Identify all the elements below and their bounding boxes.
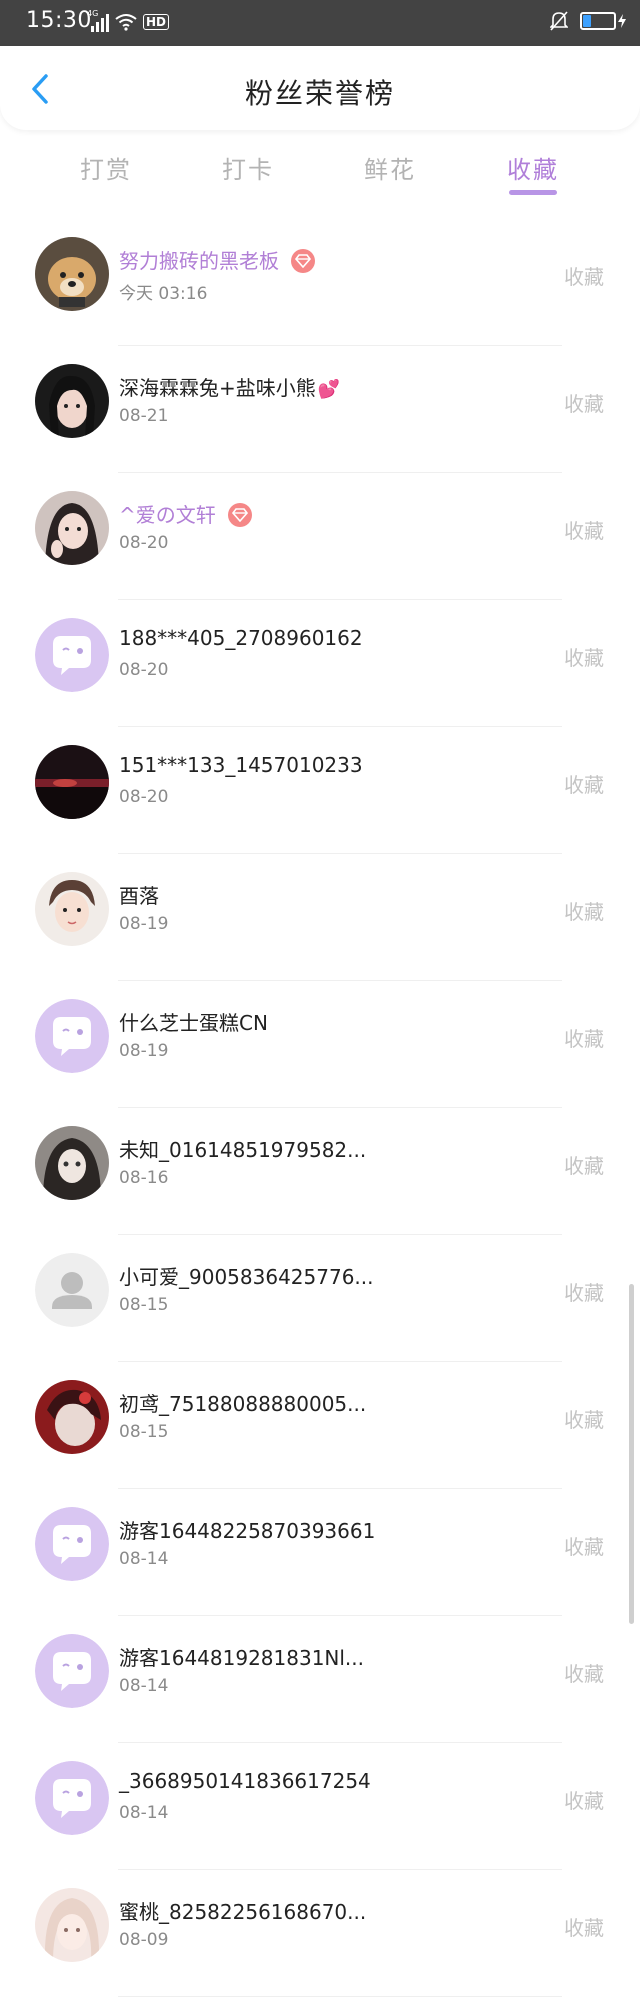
- fan-name: 什么芝士蛋糕CN: [119, 1011, 268, 1035]
- favorite-label: 收藏: [564, 1789, 604, 1813]
- fan-date: 08-20: [119, 660, 169, 680]
- list-item[interactable]: 小可爱_9005836425776... 08-15 收藏: [0, 1235, 640, 1362]
- tab-active-indicator: [509, 190, 557, 195]
- fan-name: 深海霖霖兔+盐味小熊 💕: [119, 376, 341, 400]
- favorite-label: 收藏: [564, 1916, 604, 1940]
- fan-date: 今天 03:16: [119, 284, 208, 304]
- avatar[interactable]: [35, 491, 109, 565]
- fan-name: ^爱の文轩: [119, 499, 253, 529]
- list-item[interactable]: 游客16448225870393661 08-14 收藏: [0, 1489, 640, 1616]
- list-item[interactable]: 什么芝士蛋糕CN 08-19 收藏: [0, 981, 640, 1108]
- fan-date: 08-20: [119, 787, 169, 807]
- favorite-label: 收藏: [564, 1662, 604, 1686]
- fan-name: 努力搬砖的黑老板: [119, 245, 316, 275]
- fan-date: 08-19: [119, 914, 169, 934]
- fan-date: 08-15: [119, 1422, 169, 1442]
- bell-muted-icon: [550, 11, 568, 31]
- favorite-label: 收藏: [564, 646, 604, 670]
- default-chat-avatar-icon[interactable]: [35, 618, 109, 692]
- fan-date: 08-09: [119, 1930, 169, 1950]
- fan-name: 151***133_1457010233: [119, 753, 363, 777]
- fan-date: 08-19: [119, 1041, 169, 1061]
- vip-diamond-icon: [291, 248, 316, 273]
- signal-icon: 4G: [87, 9, 109, 32]
- list-item[interactable]: 未知_01614851979582... 08-16 收藏: [0, 1108, 640, 1235]
- favorite-label: 收藏: [564, 265, 604, 289]
- favorite-label: 收藏: [564, 392, 604, 416]
- fan-name: 188***405_2708960162: [119, 626, 363, 650]
- list-item[interactable]: _3668950141836617254 08-14 收藏: [0, 1743, 640, 1870]
- wifi-icon: [115, 14, 137, 31]
- fan-name: 游客16448225870393661: [119, 1519, 376, 1543]
- list-item[interactable]: 初鸢_75188088880005... 08-15 收藏: [0, 1362, 640, 1489]
- avatar[interactable]: [35, 872, 109, 946]
- avatar[interactable]: [35, 1380, 109, 1454]
- fan-date: 08-14: [119, 1676, 169, 1696]
- default-person-avatar-icon[interactable]: [35, 1253, 109, 1327]
- battery-icon: [580, 12, 626, 30]
- vip-diamond-icon: [228, 502, 253, 527]
- tab-checkin[interactable]: 打卡: [198, 150, 298, 185]
- favorite-label: 收藏: [564, 1408, 604, 1432]
- list-item[interactable]: 努力搬砖的黑老板 今天 03:16 收藏: [0, 219, 640, 346]
- fan-name: 游客1644819281831Nl...: [119, 1646, 365, 1670]
- fan-name: 小可爱_9005836425776...: [119, 1265, 374, 1289]
- default-chat-avatar-icon[interactable]: [35, 1634, 109, 1708]
- list-item[interactable]: 蜜桃_82582256168670... 08-09 收藏: [0, 1870, 640, 1997]
- fan-name: _3668950141836617254: [119, 1769, 371, 1793]
- fan-name: 初鸢_75188088880005...: [119, 1392, 367, 1416]
- list-item[interactable]: 深海霖霖兔+盐味小熊 💕 08-21 收藏: [0, 346, 640, 473]
- fan-date: 08-14: [119, 1549, 169, 1569]
- fan-list: 努力搬砖的黑老板 今天 03:16 收藏 深海霖霖兔+盐味小熊 💕 08-21 收…: [0, 219, 640, 1997]
- status-right-icons: [550, 11, 626, 31]
- list-item[interactable]: 151***133_1457010233 08-20 收藏: [0, 727, 640, 854]
- list-item[interactable]: 游客1644819281831Nl... 08-14 收藏: [0, 1616, 640, 1743]
- fan-name: 酉落: [119, 884, 159, 908]
- list-item[interactable]: ^爱の文轩 08-20 收藏: [0, 473, 640, 600]
- favorite-label: 收藏: [564, 1535, 604, 1559]
- fan-date: 08-16: [119, 1168, 169, 1188]
- fan-date: 08-15: [119, 1295, 169, 1315]
- tab-bar: 打赏 打卡 鲜花 收藏: [0, 150, 640, 198]
- list-item[interactable]: 酉落 08-19 收藏: [0, 854, 640, 981]
- fan-name: 蜜桃_82582256168670...: [119, 1900, 367, 1924]
- favorite-label: 收藏: [564, 773, 604, 797]
- favorite-label: 收藏: [564, 519, 604, 543]
- default-chat-avatar-icon[interactable]: [35, 1507, 109, 1581]
- status-time: 15:30: [26, 8, 92, 33]
- favorite-label: 收藏: [564, 1154, 604, 1178]
- favorite-label: 收藏: [564, 900, 604, 924]
- avatar[interactable]: [35, 237, 109, 311]
- default-chat-avatar-icon[interactable]: [35, 1761, 109, 1835]
- favorite-label: 收藏: [564, 1027, 604, 1051]
- fan-date: 08-21: [119, 406, 169, 426]
- avatar[interactable]: [35, 364, 109, 438]
- status-left-icons: 4G HD: [87, 9, 170, 32]
- fan-name: 未知_01614851979582...: [119, 1138, 367, 1162]
- fan-date: 08-20: [119, 533, 169, 553]
- page-title: 粉丝荣誉榜: [244, 77, 395, 110]
- status-bar: 15:30 4G HD: [0, 0, 640, 46]
- tab-flowers[interactable]: 鲜花: [340, 150, 440, 185]
- tab-reward[interactable]: 打赏: [56, 150, 156, 185]
- avatar[interactable]: [35, 1126, 109, 1200]
- list-item[interactable]: 188***405_2708960162 08-20 收藏: [0, 600, 640, 727]
- favorite-label: 收藏: [564, 1281, 604, 1305]
- fan-date: 08-14: [119, 1803, 169, 1823]
- avatar[interactable]: [35, 745, 109, 819]
- default-chat-avatar-icon[interactable]: [35, 999, 109, 1073]
- hd-icon: HD: [143, 14, 170, 30]
- header: 粉丝荣誉榜: [0, 46, 640, 130]
- avatar[interactable]: [35, 1888, 109, 1962]
- tab-favorites[interactable]: 收藏: [483, 150, 583, 185]
- scrollbar[interactable]: [629, 1284, 634, 1624]
- hearts-emoji-icon: 💕: [317, 379, 341, 400]
